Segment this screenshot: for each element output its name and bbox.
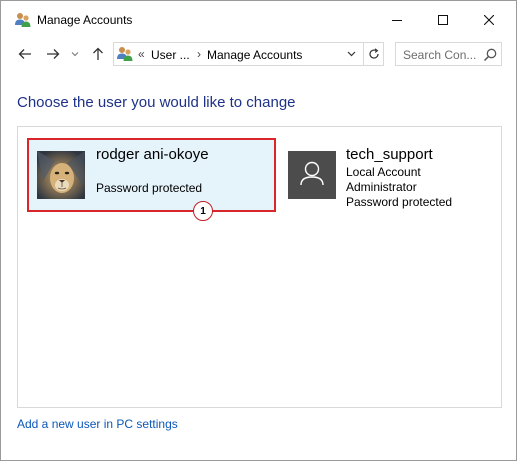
back-button[interactable]	[13, 43, 37, 65]
account-name: rodger ani-okoye	[96, 146, 209, 163]
account-status: Password protected	[96, 181, 203, 195]
title-bar[interactable]: Manage Accounts	[1, 1, 516, 39]
manage-accounts-window: Manage Accounts « User ... › Manage Acco…	[0, 0, 517, 461]
refresh-button[interactable]	[363, 43, 384, 65]
account-type: Local Account	[346, 165, 421, 179]
recent-locations-button[interactable]	[68, 43, 82, 65]
account-tile-rodger-ani-okoye[interactable]: rodger ani-okoye Password protected	[27, 138, 276, 212]
window-title: Manage Accounts	[37, 13, 133, 27]
user-accounts-icon	[116, 46, 133, 62]
user-accounts-icon	[14, 12, 31, 28]
lion-avatar-icon	[37, 151, 85, 199]
account-tile-tech-support[interactable]: tech_support Local Account Administrator…	[288, 146, 488, 221]
search-input[interactable]: Search Con...	[395, 42, 502, 66]
add-new-user-link[interactable]: Add a new user in PC settings	[17, 417, 178, 431]
arrow-up-icon	[93, 47, 103, 60]
account-status: Password protected	[346, 195, 453, 209]
user-icon	[300, 161, 324, 186]
chevron-down-icon	[71, 52, 79, 57]
minimize-button[interactable]	[374, 1, 420, 39]
refresh-icon	[369, 48, 379, 59]
address-dropdown-button[interactable]	[340, 43, 362, 65]
breadcrumb-overflow[interactable]: «	[138, 47, 145, 61]
chevron-down-icon	[347, 51, 356, 57]
account-name: tech_support	[346, 146, 433, 163]
forward-button[interactable]	[41, 43, 65, 65]
navigation-bar: « User ... › Manage Accounts Search Con.…	[1, 39, 516, 69]
address-bar[interactable]: « User ... › Manage Accounts	[113, 42, 384, 66]
avatar	[288, 151, 336, 199]
maximize-button[interactable]	[420, 1, 466, 39]
page-heading: Choose the user you would like to change	[17, 94, 296, 111]
up-button[interactable]	[86, 43, 110, 65]
search-icon[interactable]	[482, 47, 498, 63]
breadcrumb-current[interactable]: Manage Accounts	[207, 48, 302, 62]
account-role: Administrator	[346, 180, 417, 194]
search-placeholder: Search Con...	[403, 48, 477, 62]
close-button[interactable]	[466, 1, 512, 39]
arrow-left-icon	[18, 49, 31, 59]
breadcrumb-separator[interactable]: ›	[197, 47, 201, 61]
accounts-list: rodger ani-okoye Password protected tech…	[17, 126, 502, 408]
avatar	[37, 151, 85, 199]
breadcrumb-parent[interactable]: User ...	[151, 48, 190, 62]
step-marker-badge: 1	[193, 201, 213, 221]
arrow-right-icon	[47, 49, 60, 59]
